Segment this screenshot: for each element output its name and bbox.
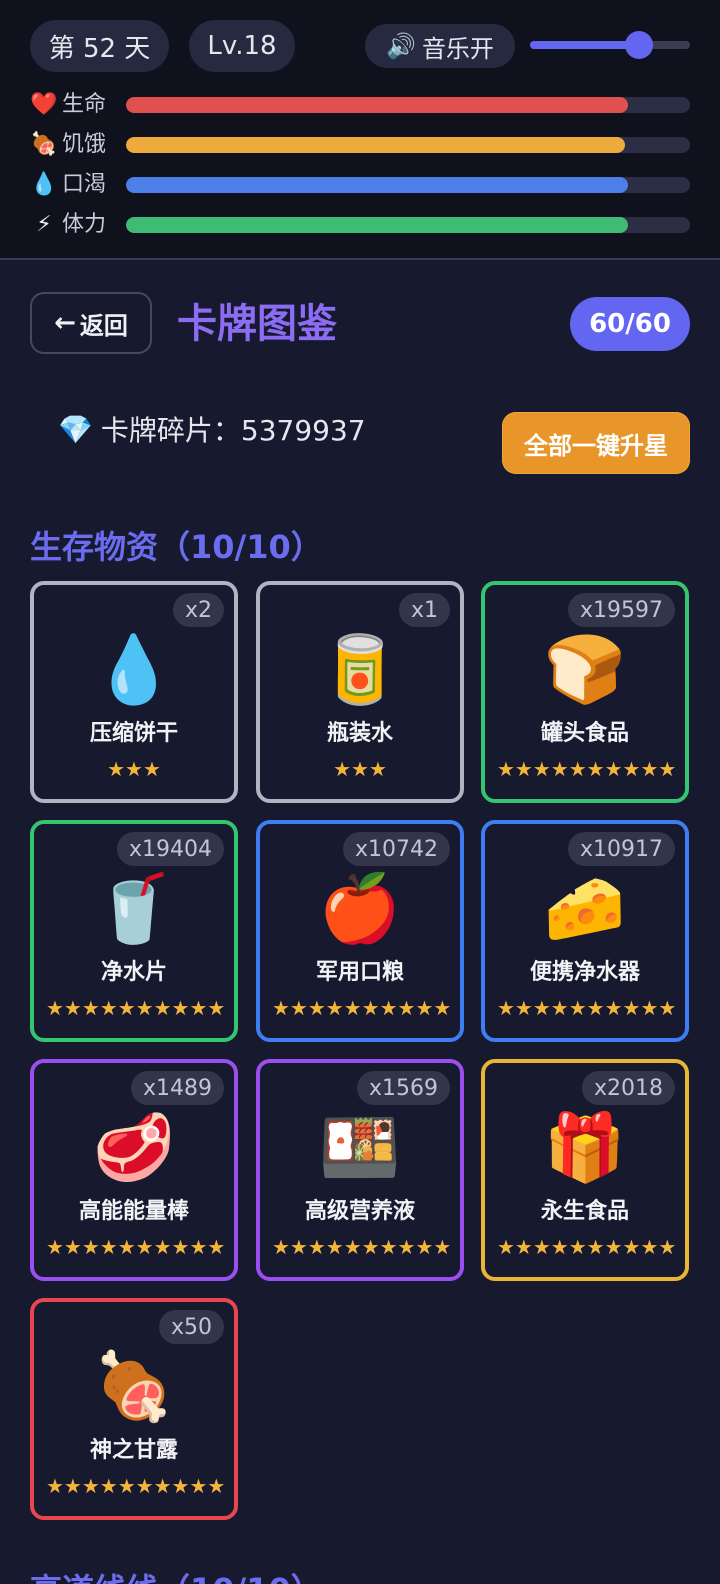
section-title-survival: 生存物资（10/10） xyxy=(30,528,323,566)
card-name: 神之甘露 xyxy=(89,1438,178,1463)
card-name: 净水片 xyxy=(100,960,167,985)
meat-on-bone-icon: 🍖 xyxy=(92,1348,176,1425)
stamina-bar-fill xyxy=(126,217,628,233)
thirst-bar xyxy=(126,177,690,193)
gem-icon: 💎 xyxy=(58,412,93,446)
card-name: 高级营养液 xyxy=(304,1199,415,1224)
card-shards-display: 💎 卡牌碎片：5379937 xyxy=(58,404,366,454)
card-name: 军用口粮 xyxy=(315,960,404,985)
gift-icon: 🎁 xyxy=(543,1109,627,1186)
heart-icon: ❤️ xyxy=(30,92,58,117)
stat-label: 生命 xyxy=(62,92,107,117)
water-drop-icon: 💧 xyxy=(30,172,58,197)
stat-row-thirst: 💧 口渴 xyxy=(30,170,690,200)
cup-icon: 🥤 xyxy=(92,870,176,947)
collection-count-badge: 60/60 xyxy=(570,297,690,351)
lightning-icon: ⚡ xyxy=(36,212,52,237)
card-name: 瓶装水 xyxy=(326,721,393,746)
level-badge: Lv.18 xyxy=(189,20,295,72)
card-name: 便携净水器 xyxy=(529,960,640,985)
collection-card[interactable]: x19597 🍞 罐头食品 ★★★★★★★★★★ xyxy=(481,581,689,803)
page-title: 卡牌图鉴 xyxy=(177,301,337,347)
canned-food-icon: 🥫 xyxy=(318,631,402,708)
collection-card[interactable]: x50 🍖 神之甘露 ★★★★★★★★★★ xyxy=(30,1298,238,1520)
card-quantity-badge: x19597 xyxy=(567,593,675,627)
card-star-rating: ★★★★★★★★★★ xyxy=(46,1235,226,1259)
cheese-icon: 🧀 xyxy=(543,870,627,947)
hunger-bar xyxy=(126,137,690,153)
card-shards-label: 卡牌碎片：5379937 xyxy=(100,414,366,447)
card-star-rating: ★★★★★★★★★★ xyxy=(497,996,677,1020)
stamina-bar xyxy=(126,217,690,233)
card-quantity-badge: x1569 xyxy=(356,1071,450,1105)
stat-row-health: ❤️ 生命 xyxy=(30,90,690,120)
card-quantity-badge: x19404 xyxy=(116,832,224,866)
bread-icon: 🍞 xyxy=(543,631,627,708)
collection-card[interactable]: x1489 🥩 高能能量棒 ★★★★★★★★★★ xyxy=(30,1059,238,1281)
music-toggle-button[interactable]: 🔊 音乐开 xyxy=(365,24,515,68)
volume-slider[interactable] xyxy=(530,31,690,59)
collection-card[interactable]: x2018 🎁 永生食品 ★★★★★★★★★★ xyxy=(481,1059,689,1281)
stat-label: 饥饿 xyxy=(62,132,107,157)
card-star-rating: ★★★ xyxy=(333,757,387,781)
card-star-rating: ★★★★★★★★★★ xyxy=(46,1474,226,1498)
volume-slider-fill xyxy=(530,41,639,49)
card-quantity-badge: x2018 xyxy=(581,1071,675,1105)
stat-label: 体力 xyxy=(62,212,107,237)
card-star-rating: ★★★★★★★★★★ xyxy=(497,757,677,781)
collection-card[interactable]: x19404 🥤 净水片 ★★★★★★★★★★ xyxy=(30,820,238,1042)
card-star-rating: ★★★★★★★★★★ xyxy=(272,996,452,1020)
card-name: 压缩饼干 xyxy=(89,721,178,746)
upgrade-all-button[interactable]: 全部一键升星 xyxy=(502,412,690,474)
card-star-rating: ★★★ xyxy=(107,757,161,781)
steak-icon: 🥩 xyxy=(92,1109,176,1186)
arrow-left-icon: ← xyxy=(54,308,76,338)
stat-label: 口渴 xyxy=(62,172,107,197)
volume-slider-thumb[interactable] xyxy=(624,31,653,59)
collection-card[interactable]: x1 🥫 瓶装水 ★★★ xyxy=(256,581,464,803)
speaker-icon: 🔊 xyxy=(386,32,416,60)
card-name: 高能能量棒 xyxy=(78,1199,189,1224)
card-star-rating: ★★★★★★★★★★ xyxy=(46,996,226,1020)
card-quantity-badge: x2 xyxy=(172,593,224,627)
back-button-label: 返回 xyxy=(79,311,128,340)
music-toggle-label: 音乐开 xyxy=(421,34,494,63)
collection-card[interactable]: x10917 🧀 便携净水器 ★★★★★★★★★★ xyxy=(481,820,689,1042)
water-drop-icon: 💧 xyxy=(92,631,176,708)
hunger-bar-fill xyxy=(126,137,626,153)
card-quantity-badge: x1489 xyxy=(130,1071,224,1105)
card-quantity-badge: x1 xyxy=(398,593,450,627)
card-quantity-badge: x50 xyxy=(158,1310,224,1344)
collection-card[interactable]: x2 💧 压缩饼干 ★★★ xyxy=(30,581,238,803)
stat-row-stamina: ⚡ 体力 xyxy=(30,210,690,240)
apple-icon: 🍎 xyxy=(318,870,402,947)
status-bar: 第 52 天 Lv.18 🔊 音乐开 ❤️ 生命 🍖 饥饿 💧 口渴 ⚡ 体力 xyxy=(0,0,720,260)
meat-icon: 🍖 xyxy=(30,132,58,157)
bento-box-icon: 🍱 xyxy=(318,1109,402,1186)
card-quantity-badge: x10742 xyxy=(342,832,450,866)
back-button[interactable]: ← 返回 xyxy=(30,292,152,354)
card-name: 罐头食品 xyxy=(540,721,629,746)
card-star-rating: ★★★★★★★★★★ xyxy=(497,1235,677,1259)
card-star-rating: ★★★★★★★★★★ xyxy=(272,1235,452,1259)
collection-card[interactable]: x1569 🍱 高级营养液 ★★★★★★★★★★ xyxy=(256,1059,464,1281)
collection-card[interactable]: x10742 🍎 军用口粮 ★★★★★★★★★★ xyxy=(256,820,464,1042)
card-name: 永生食品 xyxy=(540,1199,629,1224)
health-bar xyxy=(126,97,690,113)
health-bar-fill xyxy=(126,97,628,113)
section-title-next: 高道线线（10/10） xyxy=(30,1565,323,1584)
thirst-bar-fill xyxy=(126,177,628,193)
day-counter: 第 52 天 xyxy=(30,20,169,72)
stat-row-hunger: 🍖 饥饿 xyxy=(30,130,690,160)
card-quantity-badge: x10917 xyxy=(567,832,675,866)
